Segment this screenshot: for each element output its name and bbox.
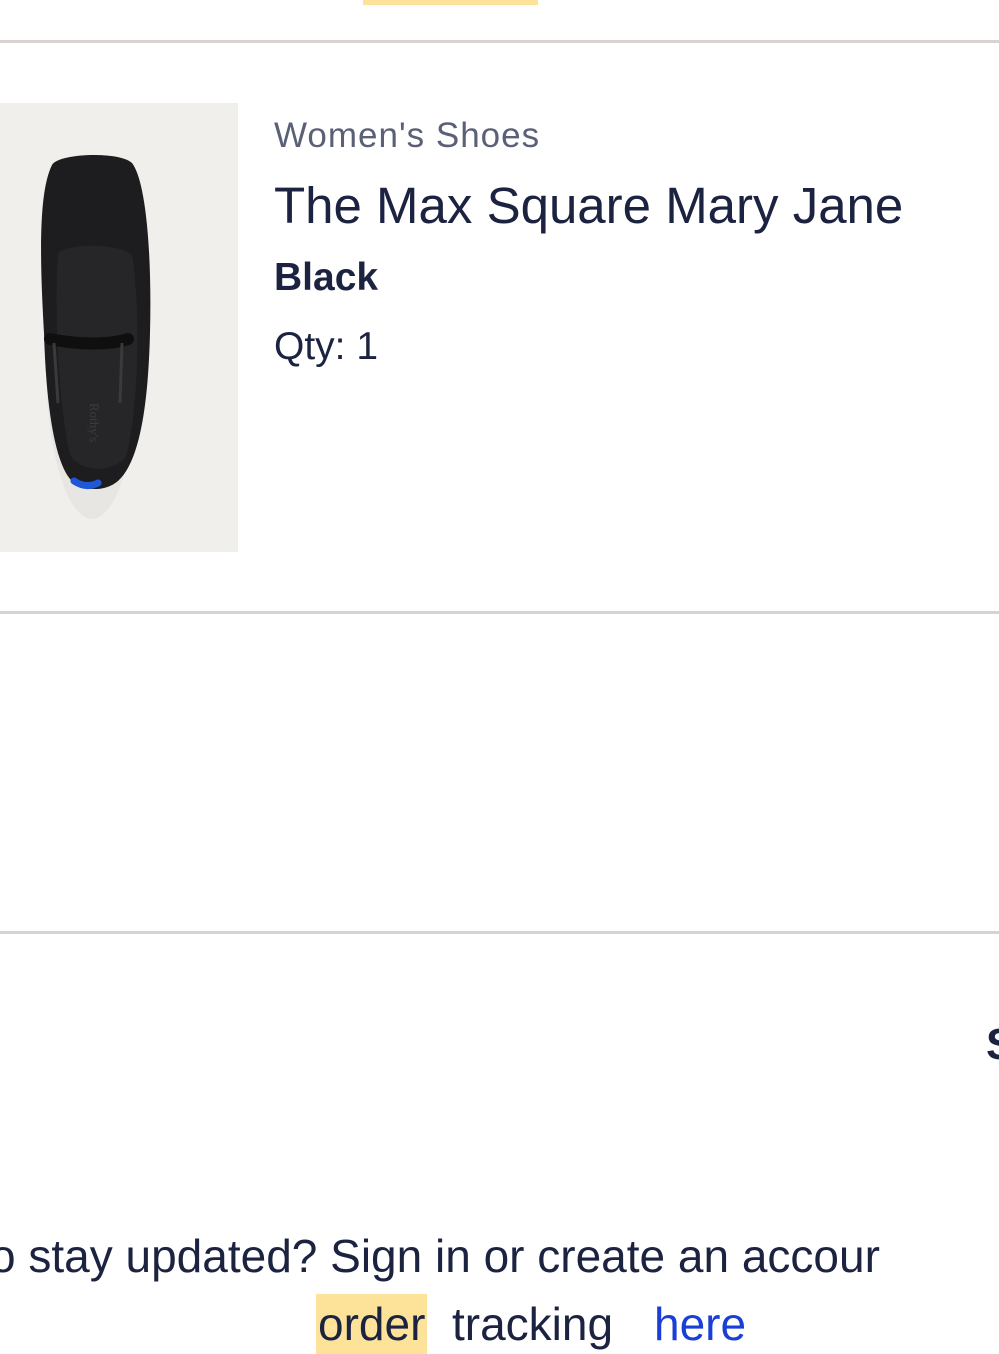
highlighted-word: order	[316, 1294, 428, 1354]
signin-prompt-text: o stay updated? Sign in or create an acc…	[0, 1230, 880, 1282]
product-name[interactable]: The Max Square Mary Jane	[274, 174, 903, 238]
divider-middle	[0, 611, 999, 614]
product-details: Women's Shoes The Max Square Mary Jane B…	[274, 112, 994, 368]
tracking-text: tracking	[452, 1298, 614, 1350]
shoe-image-icon: Rothy's	[41, 154, 151, 519]
product-thumbnail[interactable]: Rothy's	[0, 103, 238, 552]
divider-bottom	[0, 931, 999, 934]
search-highlight-mark	[363, 0, 538, 5]
divider-top	[0, 40, 999, 43]
product-color: Black	[274, 256, 379, 299]
product-category: Women's Shoes	[274, 116, 541, 155]
product-quantity: Qty: 1	[274, 325, 379, 368]
clipped-section-text: S	[986, 1020, 999, 1070]
tracking-here-link[interactable]: here	[654, 1294, 746, 1354]
insole-brand-text: Rothy's	[87, 403, 102, 442]
